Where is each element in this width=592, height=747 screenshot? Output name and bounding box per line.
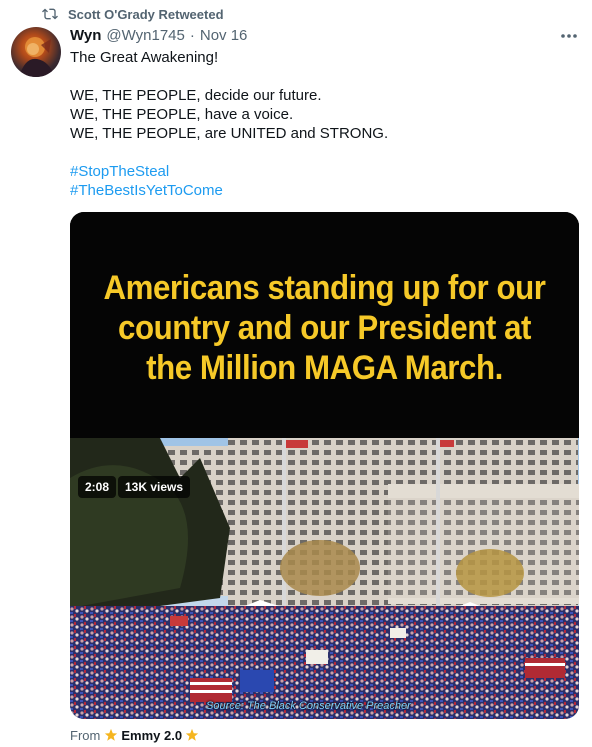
source-app-link[interactable]: Emmy 2.0 — [104, 728, 199, 743]
source-app-name[interactable]: Emmy 2.0 — [121, 728, 182, 743]
from-label: From — [70, 727, 101, 743]
tweet-card[interactable]: Scott O'Grady Retweeted Wyn @Wyn1745 · N… — [0, 0, 592, 747]
tweet-header: Wyn @Wyn1745 · Nov 16 — [70, 27, 247, 47]
author-handle[interactable]: @Wyn1745 — [106, 27, 184, 44]
retweet-header: Scott O'Grady Retweeted — [42, 5, 224, 23]
separator-dot: · — [189, 27, 195, 44]
tweet-text: The Great Awakening! WE, THE PEOPLE, dec… — [70, 48, 570, 200]
tweet-line: WE, THE PEOPLE, decide our future. — [70, 87, 322, 104]
video-views: 13K views — [125, 480, 184, 494]
author-display-name[interactable]: Wyn — [70, 27, 101, 44]
video-views-badge: 13K views — [118, 476, 191, 498]
retweet-label[interactable]: Scott O'Grady Retweeted — [68, 7, 224, 22]
video-player[interactable]: Americans standing up for our country an… — [70, 212, 579, 719]
tweet-line: The Great Awakening! — [70, 49, 219, 66]
retweet-icon — [42, 8, 58, 20]
more-options-button[interactable] — [556, 28, 582, 44]
avatar-image — [19, 37, 55, 77]
banner-line: the Million MAGA March. — [146, 349, 503, 387]
more-options-icon — [561, 34, 577, 38]
video-duration-badge: 2:08 — [78, 476, 117, 498]
star-icon — [105, 728, 118, 741]
tweet-line: WE, THE PEOPLE, have a voice. — [70, 106, 294, 123]
star-icon — [185, 728, 199, 741]
avatar[interactable] — [11, 27, 61, 77]
banner-line: country and our President at — [118, 309, 531, 347]
hashtag-link[interactable]: #TheBestIsYetToCome — [70, 181, 570, 200]
banner-line: Americans standing up for our — [103, 269, 546, 307]
tweet-source: From Emmy 2.0 — [70, 726, 199, 744]
tweet-line: WE, THE PEOPLE, are UNITED and STRONG. — [70, 125, 389, 142]
video-source-caption: Source: The Black Conservative Preacher — [206, 700, 411, 712]
video-duration: 2:08 — [85, 480, 110, 494]
hashtag-link[interactable]: #StopTheSteal — [70, 162, 570, 181]
video-title-banner: Americans standing up for our country an… — [70, 212, 579, 438]
tweet-date[interactable]: Nov 16 — [200, 27, 248, 44]
